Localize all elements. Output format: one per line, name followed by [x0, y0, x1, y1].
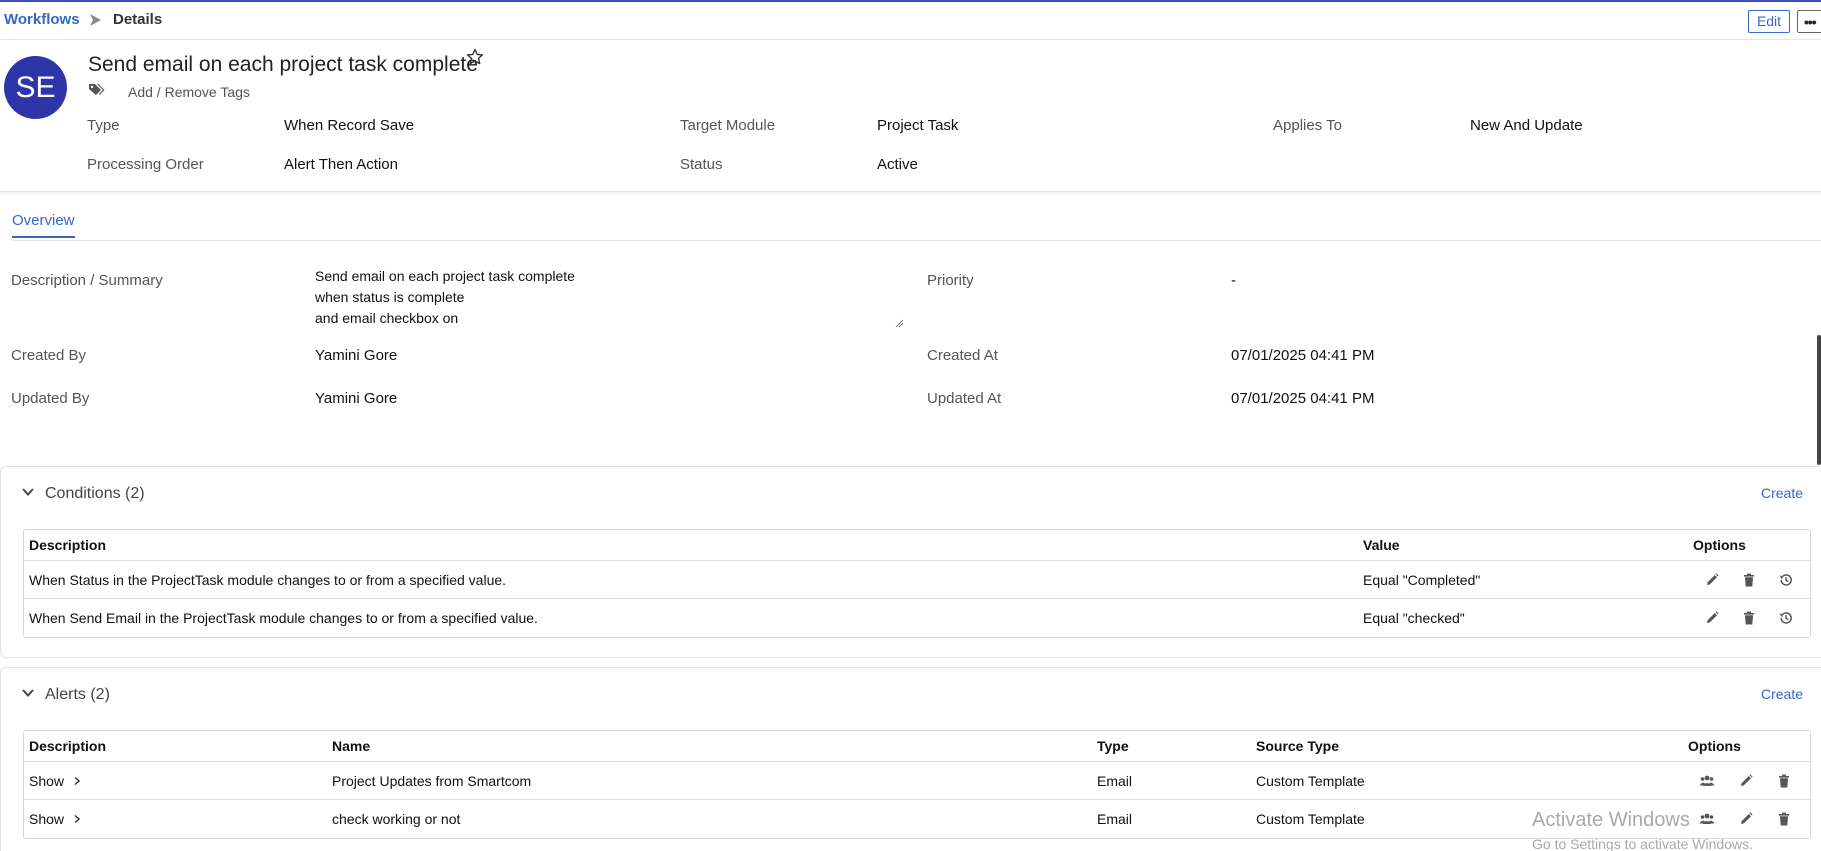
record-header: SE Send email on each project task compl… — [0, 40, 1821, 192]
column-header: Options — [1688, 738, 1741, 754]
processing-order-label: Processing Order — [87, 156, 204, 173]
tags-icon — [89, 84, 105, 95]
add-remove-tags-link[interactable]: Add / Remove Tags — [128, 84, 250, 100]
description-line: when status is complete — [315, 289, 465, 305]
updated-at-label: Updated At — [927, 390, 1002, 407]
more-dots-icon: ••• — [1804, 14, 1817, 30]
applies-to-label: Applies To — [1273, 117, 1342, 134]
condition-description: When Send Email in the ProjectTask modul… — [29, 610, 538, 626]
pencil-icon[interactable] — [1704, 610, 1720, 626]
edit-button[interactable]: Edit — [1748, 10, 1790, 33]
avatar: SE — [4, 56, 67, 119]
history-icon[interactable] — [1778, 610, 1794, 626]
show-label: Show — [29, 772, 65, 789]
alert-type: Email — [1097, 811, 1133, 827]
alert-type: Email — [1097, 772, 1133, 789]
condition-value: Equal "Completed" — [1363, 571, 1481, 588]
chevron-down-icon — [22, 488, 34, 496]
description-textarea[interactable]: Send email on each project task complete… — [315, 266, 905, 330]
column-header: Description — [29, 537, 107, 553]
more-options-button[interactable]: ••• — [1797, 10, 1821, 33]
status-value: Active — [877, 156, 918, 173]
description-line: Send email on each project task complete — [315, 268, 575, 284]
target-module-value: Project Task — [877, 117, 959, 134]
column-header: Description — [29, 738, 107, 754]
show-label: Show — [29, 811, 65, 827]
page-title: Send email on each project task complete — [88, 53, 478, 76]
trash-icon[interactable] — [1776, 773, 1792, 789]
chevron-right-icon — [90, 14, 101, 26]
pencil-icon[interactable] — [1704, 572, 1720, 588]
tab-divider — [12, 240, 1821, 241]
column-header: Value — [1363, 537, 1400, 553]
alerts-toggle[interactable]: Alerts (2) — [21, 686, 110, 704]
users-icon[interactable] — [1699, 811, 1715, 827]
scrollbar-thumb[interactable] — [1817, 335, 1821, 465]
condition-description: When Status in the ProjectTask module ch… — [29, 571, 507, 588]
conditions-toggle[interactable]: Conditions (2) — [21, 485, 145, 503]
description-line: and email checkbox on — [315, 310, 459, 326]
table-header-row: Description Value Options — [24, 530, 1810, 561]
alert-name: check working or not — [332, 811, 461, 827]
chevron-right-icon — [74, 814, 81, 824]
trash-icon[interactable] — [1741, 610, 1757, 626]
conditions-table: Description Value Options When Status in… — [23, 529, 1811, 638]
updated-by-value: Yamini Gore — [315, 390, 398, 407]
updated-at-value: 07/01/2025 04:41 PM — [1231, 390, 1375, 407]
activate-windows-title: Activate Windows — [1532, 809, 1690, 831]
alerts-heading: Alerts (2) — [45, 686, 110, 703]
created-at-value: 07/01/2025 04:41 PM — [1231, 347, 1375, 364]
column-header: Type — [1097, 738, 1129, 754]
condition-value: Equal "checked" — [1363, 610, 1465, 626]
star-icon[interactable] — [466, 48, 484, 66]
breadcrumb-workflows-link[interactable]: Workflows — [4, 11, 80, 28]
column-header: Name — [332, 738, 371, 754]
priority-label: Priority — [927, 272, 974, 289]
conditions-heading: Conditions (2) — [45, 485, 145, 502]
table-header-row: Description Name Type Source Type Option… — [24, 731, 1810, 762]
users-icon[interactable] — [1699, 773, 1715, 789]
status-label: Status — [680, 156, 723, 173]
create-condition-link[interactable]: Create — [1761, 485, 1803, 501]
column-header: Source Type — [1256, 738, 1339, 754]
breadcrumb-current: Details — [113, 11, 163, 28]
history-icon[interactable] — [1778, 572, 1794, 588]
created-by-label: Created By — [11, 347, 87, 364]
trash-icon[interactable] — [1776, 811, 1792, 827]
tab-overview[interactable]: Overview — [12, 212, 75, 238]
type-value: When Record Save — [284, 117, 415, 134]
priority-value: - — [1231, 272, 1236, 289]
activate-windows-subtitle: Go to Settings to activate Windows. — [1532, 836, 1753, 851]
pencil-icon[interactable] — [1738, 811, 1754, 827]
description-label: Description / Summary — [11, 272, 163, 289]
target-module-label: Target Module — [680, 117, 776, 134]
alert-source-type: Custom Template — [1256, 811, 1365, 827]
trash-icon[interactable] — [1741, 572, 1757, 588]
created-at-label: Created At — [927, 347, 998, 364]
table-row: When Status in the ProjectTask module ch… — [24, 561, 1810, 599]
type-label: Type — [87, 117, 120, 134]
chevron-down-icon — [22, 689, 34, 697]
pencil-icon[interactable] — [1738, 773, 1754, 789]
applies-to-value: New And Update — [1470, 117, 1583, 134]
show-details-link[interactable]: Show — [29, 762, 82, 799]
resize-handle-icon[interactable] — [894, 318, 904, 328]
created-by-value: Yamini Gore — [315, 347, 398, 364]
breadcrumb: Workflows Details Edit ••• — [0, 2, 1821, 40]
updated-by-label: Updated By — [11, 390, 90, 407]
show-details-link[interactable]: Show — [29, 800, 82, 838]
alert-name: Project Updates from Smartcom — [332, 772, 532, 789]
column-header: Options — [1693, 537, 1746, 553]
conditions-panel: Conditions (2) Create Description Value … — [0, 466, 1821, 658]
processing-order-value: Alert Then Action — [284, 156, 398, 173]
table-row: Show Project Updates from Smartcom Email… — [24, 762, 1810, 800]
alert-source-type: Custom Template — [1256, 772, 1365, 789]
create-alert-link[interactable]: Create — [1761, 686, 1803, 702]
chevron-right-icon — [74, 776, 81, 785]
table-row: When Send Email in the ProjectTask modul… — [24, 599, 1810, 637]
